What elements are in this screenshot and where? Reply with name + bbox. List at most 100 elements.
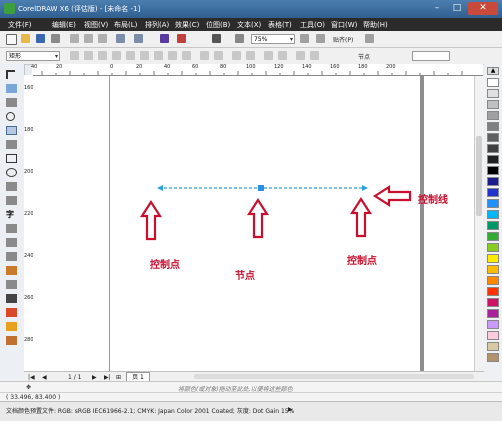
- color-swatch[interactable]: [487, 331, 499, 340]
- color-swatch[interactable]: [487, 309, 499, 318]
- menu-tools[interactable]: 工具(O): [300, 20, 325, 30]
- first-page-icon[interactable]: |◀: [28, 374, 35, 381]
- convert-to-line-icon[interactable]: [126, 51, 135, 60]
- zoom-levels-select[interactable]: 75% ▾: [251, 34, 295, 44]
- palette-scroll-up-icon[interactable]: ▲: [487, 67, 499, 75]
- align-nodes-icon[interactable]: [264, 51, 273, 60]
- convert-to-curve-icon[interactable]: [140, 51, 149, 60]
- curve-smoothness-field[interactable]: [412, 51, 450, 61]
- new-document-icon[interactable]: [6, 34, 17, 45]
- menu-arrange[interactable]: 排列(A): [145, 20, 169, 30]
- connector-tool-icon[interactable]: [6, 252, 17, 261]
- shape-select[interactable]: 矩形 ▾: [6, 51, 60, 61]
- text-tool-icon[interactable]: 字: [6, 210, 17, 219]
- reverse-direction-icon[interactable]: [200, 51, 209, 60]
- menu-table[interactable]: 表格(T): [268, 20, 292, 30]
- open-folder-icon[interactable]: [21, 34, 30, 43]
- menu-text[interactable]: 文本(X): [237, 20, 261, 30]
- color-swatch[interactable]: [487, 287, 499, 296]
- symmetrical-node-icon[interactable]: [182, 51, 191, 60]
- color-swatch[interactable]: [487, 188, 499, 197]
- color-swatch[interactable]: [487, 89, 499, 98]
- maximize-button[interactable]: □: [448, 2, 466, 15]
- menu-edit[interactable]: 编辑(E): [52, 20, 76, 30]
- break-curve-icon[interactable]: [112, 51, 121, 60]
- color-swatch[interactable]: [487, 166, 499, 175]
- copy-icon[interactable]: [84, 34, 93, 43]
- drawing-canvas[interactable]: 控制点 节点 控制点 控制线: [33, 76, 483, 371]
- last-page-icon[interactable]: ▶|: [104, 374, 111, 381]
- fill-tool-icon[interactable]: [6, 322, 17, 331]
- color-swatch[interactable]: [487, 122, 499, 131]
- cut-icon[interactable]: [70, 34, 79, 43]
- table-tool-icon[interactable]: [6, 224, 17, 233]
- color-swatch[interactable]: [487, 177, 499, 186]
- basic-shapes-tool-icon[interactable]: [6, 196, 17, 205]
- color-swatch[interactable]: [487, 100, 499, 109]
- print-icon[interactable]: [51, 34, 60, 43]
- vertical-scroll-thumb[interactable]: [476, 136, 482, 216]
- color-swatch[interactable]: [487, 210, 499, 219]
- color-swatch[interactable]: [487, 232, 499, 241]
- crop-tool-icon[interactable]: [6, 98, 17, 107]
- color-swatch[interactable]: [487, 298, 499, 307]
- color-swatch[interactable]: [487, 111, 499, 120]
- snap-to-menu[interactable]: 贴齐(P): [333, 35, 353, 44]
- polygon-tool-icon[interactable]: [6, 182, 17, 191]
- freehand-tool-icon[interactable]: [6, 126, 17, 135]
- menu-bitmaps[interactable]: 位图(B): [206, 20, 230, 30]
- delete-node-icon[interactable]: [84, 51, 93, 60]
- application-launcher-icon[interactable]: [212, 34, 221, 43]
- redo-icon[interactable]: [134, 34, 143, 43]
- menu-window[interactable]: 窗口(W): [331, 20, 357, 30]
- color-swatch[interactable]: [487, 276, 499, 285]
- options-icon[interactable]: [365, 34, 374, 43]
- expand-arrow-icon[interactable]: ▶: [288, 406, 293, 413]
- pan-icon[interactable]: ✥: [26, 384, 31, 391]
- node-handle[interactable]: [258, 185, 264, 191]
- add-page-icon[interactable]: ⊞: [116, 374, 121, 381]
- welcome-screen-icon[interactable]: [235, 34, 244, 43]
- color-swatch[interactable]: [487, 342, 499, 351]
- transparency-tool-icon[interactable]: [6, 280, 17, 289]
- stretch-node-icon[interactable]: [232, 51, 241, 60]
- horizontal-scrollbar[interactable]: [194, 374, 474, 379]
- eyedropper-tool-icon[interactable]: [6, 294, 17, 303]
- color-swatch[interactable]: [487, 353, 499, 362]
- reduce-nodes-icon[interactable]: [310, 51, 319, 60]
- elastic-mode-icon[interactable]: [278, 51, 287, 60]
- add-node-icon[interactable]: [70, 51, 79, 60]
- cusp-node-icon[interactable]: [154, 51, 163, 60]
- import-icon[interactable]: [160, 34, 169, 43]
- vertical-scrollbar[interactable]: [474, 76, 484, 371]
- color-swatch[interactable]: [487, 78, 499, 87]
- outline-pen-tool-icon[interactable]: [6, 308, 17, 317]
- zoom-tool-icon[interactable]: [6, 112, 15, 121]
- color-swatch[interactable]: [487, 155, 499, 164]
- color-swatch[interactable]: [487, 254, 499, 263]
- menu-file[interactable]: 文件(F): [8, 20, 32, 30]
- minimize-button[interactable]: –: [428, 2, 446, 15]
- close-button[interactable]: ✕: [468, 2, 498, 15]
- export-icon[interactable]: [177, 34, 186, 43]
- shape-tool-icon[interactable]: [6, 84, 17, 93]
- smart-fill-tool-icon[interactable]: [6, 140, 17, 149]
- color-swatch[interactable]: [487, 221, 499, 230]
- blend-tool-icon[interactable]: [6, 266, 17, 275]
- rotate-node-icon[interactable]: [246, 51, 255, 60]
- right-control-handle[interactable]: [362, 185, 368, 191]
- left-control-handle[interactable]: [157, 185, 163, 191]
- horizontal-ruler[interactable]: 40 20 0 20 40 60 80 100 120 140 160 180 …: [31, 64, 483, 76]
- join-nodes-icon[interactable]: [98, 51, 107, 60]
- full-screen-icon[interactable]: [300, 34, 309, 43]
- pick-tool-icon[interactable]: [6, 70, 15, 79]
- rulers-icon[interactable]: [316, 34, 325, 43]
- save-icon[interactable]: [36, 34, 45, 43]
- menu-view[interactable]: 视图(V): [84, 20, 108, 30]
- rectangle-tool-icon[interactable]: [6, 154, 17, 163]
- select-all-nodes-icon[interactable]: [296, 51, 305, 60]
- color-swatch[interactable]: [487, 265, 499, 274]
- color-profile-info[interactable]: 文档颜色预置文件: RGB: sRGB IEC61966-2.1; CMYK: …: [6, 406, 294, 415]
- undo-icon[interactable]: [116, 34, 125, 43]
- color-swatch[interactable]: [487, 199, 499, 208]
